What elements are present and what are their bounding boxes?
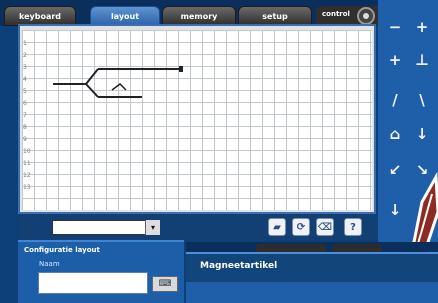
keyboard-icon[interactable]: ⌨ xyxy=(152,276,178,292)
layout-select[interactable] xyxy=(52,220,160,235)
dropdown-arrow-icon[interactable]: ▾ xyxy=(145,220,160,235)
track-switch-mark[interactable] xyxy=(111,83,127,91)
turnout-icon[interactable]: ↓ xyxy=(410,122,434,146)
magneet-tab[interactable] xyxy=(332,244,382,252)
track-piece-icon[interactable]: ▰ xyxy=(268,218,286,236)
cross-track-icon[interactable]: + xyxy=(410,15,434,39)
config-title: Configuratie layout xyxy=(24,246,100,254)
naam-input[interactable] xyxy=(38,272,148,294)
delete-icon[interactable]: ⌫ xyxy=(316,218,334,236)
track-upper-diagonal xyxy=(85,68,99,85)
naam-label: Naam xyxy=(39,260,60,268)
turnout-icon[interactable]: ⌂ xyxy=(383,122,407,146)
magneet-tab[interactable] xyxy=(256,244,326,252)
magneet-title: Magneetartikel xyxy=(200,261,278,271)
cross-track-icon[interactable]: + xyxy=(383,48,407,72)
rotate-icon[interactable]: ⟳ xyxy=(292,218,310,236)
track-end-marker xyxy=(179,66,183,72)
track-lower-diagonal xyxy=(85,83,99,98)
diagonal-track-icon[interactable]: / xyxy=(383,88,407,112)
buffer-stop-icon[interactable]: ⊥ xyxy=(410,48,434,72)
straight-track-icon[interactable]: − xyxy=(383,15,407,39)
diagonal-track-icon[interactable]: \ xyxy=(410,88,434,112)
magneet-body xyxy=(186,282,438,303)
help-label: ? xyxy=(350,221,356,233)
help-button[interactable]: ? xyxy=(344,218,362,236)
